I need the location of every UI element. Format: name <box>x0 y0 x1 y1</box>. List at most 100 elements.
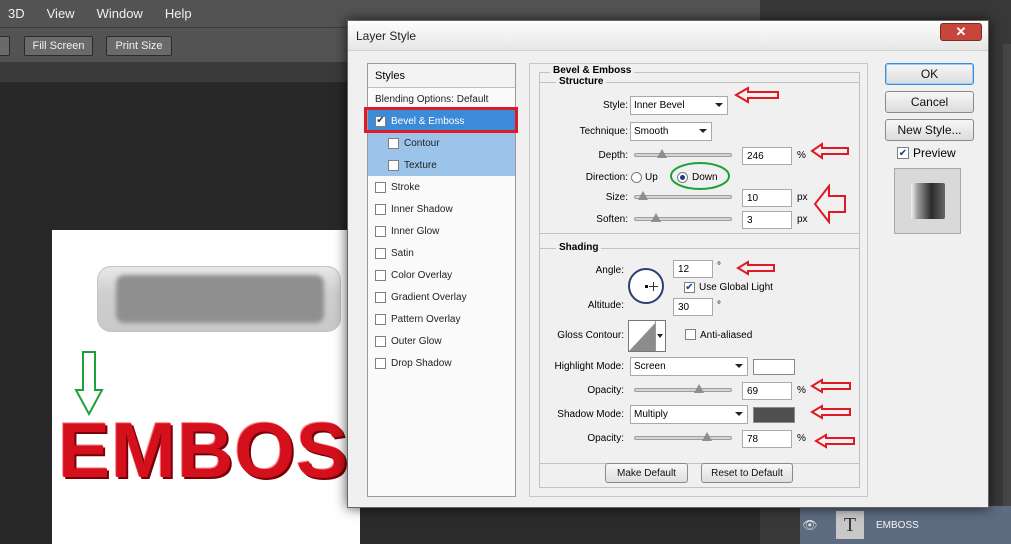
style-preview-thumbnail <box>894 168 961 234</box>
make-default-button[interactable]: Make Default <box>605 463 688 483</box>
style-label: Style: <box>602 100 628 111</box>
soften-slider-thumb[interactable] <box>651 213 661 222</box>
soften-input[interactable]: 3 <box>742 211 792 229</box>
type-layer-icon: T <box>836 511 864 539</box>
style-item-label: Outer Glow <box>391 335 442 347</box>
style-checkbox[interactable] <box>375 181 386 193</box>
styles-header[interactable]: Styles <box>368 64 515 88</box>
cancel-button[interactable]: Cancel <box>885 91 974 113</box>
options-button-partial[interactable] <box>0 36 10 56</box>
bevel-emboss-pane: Bevel & Emboss Structure Style: Inner Be… <box>529 63 868 497</box>
shadow-opacity-slider-thumb[interactable] <box>702 432 712 441</box>
highlight-color-swatch[interactable] <box>753 359 795 375</box>
style-item[interactable]: Contour <box>368 132 515 154</box>
style-dropdown[interactable]: Inner Bevel <box>630 96 728 115</box>
style-checkbox[interactable] <box>388 159 399 171</box>
layer-row-emboss[interactable]: 👁 T EMBOSS <box>800 506 1011 544</box>
shading-group <box>539 248 860 464</box>
print-size-button[interactable]: Print Size <box>106 36 172 56</box>
style-item-label: Stroke <box>391 181 420 193</box>
style-item[interactable]: Color Overlay <box>368 264 515 286</box>
shadow-opacity-label: Opacity: <box>587 433 624 444</box>
style-item-label: Blending Options: Default <box>375 93 489 105</box>
highlight-opacity-input[interactable]: 69 <box>742 382 792 400</box>
menu-help[interactable]: Help <box>165 6 192 21</box>
gloss-contour-picker[interactable] <box>628 320 666 352</box>
green-circle-annotation <box>670 162 730 190</box>
red-left-arrow-annotation <box>813 184 846 224</box>
style-item[interactable]: Gradient Overlay <box>368 286 515 308</box>
style-checkbox[interactable] <box>375 203 386 215</box>
depth-label: Depth: <box>598 150 628 161</box>
fill-screen-button[interactable]: Fill Screen <box>24 36 93 56</box>
menu-view[interactable]: View <box>47 6 75 21</box>
direction-up-radio[interactable] <box>631 172 642 183</box>
menu-window[interactable]: Window <box>97 6 143 21</box>
highlight-mode-value: Screen <box>634 361 666 372</box>
style-item[interactable]: Outer Glow <box>368 330 515 352</box>
style-checkbox[interactable] <box>388 137 399 149</box>
panel-scrollbar[interactable] <box>1003 44 1011 544</box>
soften-slider[interactable] <box>634 213 732 222</box>
technique-dropdown[interactable]: Smooth <box>630 122 712 141</box>
depth-input[interactable]: 246 <box>742 147 792 165</box>
document-tab-bar <box>0 62 360 82</box>
style-item-label: Drop Shadow <box>391 357 452 369</box>
red-left-arrow-annotation <box>814 433 855 449</box>
reset-to-default-button[interactable]: Reset to Default <box>701 463 793 483</box>
close-icon[interactable]: ✕ <box>940 23 982 41</box>
highlight-opacity-slider-thumb[interactable] <box>694 384 704 393</box>
highlight-mode-dropdown[interactable]: Screen <box>630 357 748 376</box>
use-global-light-checkbox[interactable]: ✔ <box>684 282 695 293</box>
style-item-label: Gradient Overlay <box>391 291 467 303</box>
new-style-button[interactable]: New Style... <box>885 119 974 141</box>
direction-up-label: Up <box>645 172 658 183</box>
ok-button[interactable]: OK <box>885 63 974 85</box>
shadow-mode-value: Multiply <box>634 409 668 420</box>
style-item[interactable]: Inner Shadow <box>368 198 515 220</box>
red-left-arrow-annotation <box>810 378 851 394</box>
altitude-label: Altitude: <box>587 300 624 311</box>
style-item-label: Pattern Overlay <box>391 313 461 325</box>
shadow-color-swatch[interactable] <box>753 407 795 423</box>
shadow-mode-dropdown[interactable]: Multiply <box>630 405 748 424</box>
size-label: Size: <box>605 192 628 203</box>
style-checkbox[interactable] <box>375 269 386 281</box>
style-item[interactable]: Drop Shadow <box>368 352 515 374</box>
size-slider-thumb[interactable] <box>638 191 648 200</box>
angle-input[interactable]: 12 <box>673 260 713 278</box>
style-checkbox[interactable] <box>375 357 386 369</box>
style-checkbox[interactable] <box>375 335 386 347</box>
red-highlight-box-annotation <box>364 107 518 133</box>
anti-aliased-label: Anti-aliased <box>700 330 753 341</box>
anti-aliased-checkbox[interactable] <box>685 329 696 340</box>
dialog-titlebar[interactable]: Layer Style ✕ <box>348 21 988 51</box>
altitude-input[interactable]: 30 <box>673 298 713 316</box>
style-checkbox[interactable] <box>375 225 386 237</box>
style-checkbox[interactable] <box>375 247 386 259</box>
style-item[interactable]: Stroke <box>368 176 515 198</box>
style-checkbox[interactable] <box>375 313 386 325</box>
style-value: Inner Bevel <box>634 100 685 111</box>
size-input[interactable]: 10 <box>742 189 792 207</box>
depth-unit: % <box>797 150 806 161</box>
highlight-opacity-slider[interactable] <box>634 384 732 393</box>
style-item[interactable]: Inner Glow <box>368 220 515 242</box>
direction-label: Direction: <box>585 172 628 183</box>
angle-dial[interactable] <box>628 268 664 304</box>
menu-3d[interactable]: 3D <box>8 6 25 21</box>
style-item[interactable]: Texture <box>368 154 515 176</box>
highlight-opacity-label: Opacity: <box>587 385 624 396</box>
eye-icon[interactable]: 👁 <box>800 518 820 532</box>
embossed-pill-shape <box>97 266 341 332</box>
style-item-label: Inner Glow <box>391 225 440 237</box>
style-item[interactable]: Satin <box>368 242 515 264</box>
depth-slider[interactable] <box>634 149 732 158</box>
size-slider[interactable] <box>634 191 732 200</box>
shadow-opacity-input[interactable]: 78 <box>742 430 792 448</box>
style-checkbox[interactable] <box>375 291 386 303</box>
style-item[interactable]: Pattern Overlay <box>368 308 515 330</box>
shadow-opacity-slider[interactable] <box>634 432 732 441</box>
preview-checkbox[interactable]: ✔ <box>897 147 909 159</box>
depth-slider-thumb[interactable] <box>657 149 667 158</box>
